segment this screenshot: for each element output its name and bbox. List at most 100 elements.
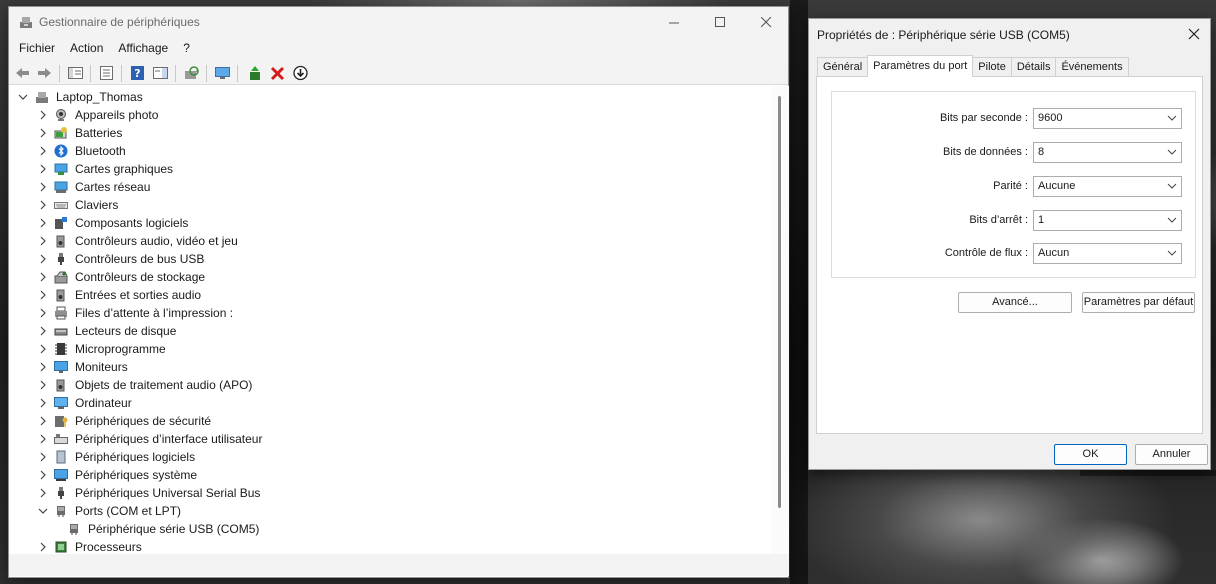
display-adapter-icon: [54, 163, 68, 175]
keyboard-icon: [54, 202, 68, 209]
tree-category-item[interactable]: Microprogramme: [37, 340, 166, 358]
update-driver-icon[interactable]: [247, 65, 264, 81]
tree-category-item[interactable]: Objets de traitement audio (APO): [37, 376, 252, 394]
properties-dialog: Propriétés de : Périphérique série USB (…: [808, 18, 1211, 470]
chevron-right-icon[interactable]: [37, 487, 49, 499]
chevron-right-icon[interactable]: [37, 145, 49, 157]
tree-category-item[interactable]: Entrées et sorties audio: [37, 286, 201, 304]
chevron-right-icon[interactable]: [37, 253, 49, 265]
scan-hardware-icon[interactable]: [183, 65, 200, 81]
menu-help[interactable]: ?: [178, 37, 195, 61]
tree-category-item[interactable]: Files d’attente à l’impression :: [37, 304, 233, 322]
chevron-right-icon[interactable]: [37, 415, 49, 427]
menu-file[interactable]: Fichier: [14, 37, 60, 61]
menu-view[interactable]: Affichage: [113, 37, 173, 61]
tree-category-item[interactable]: Bluetooth: [37, 142, 126, 160]
chevron-right-icon[interactable]: [37, 235, 49, 247]
tree-category-item[interactable]: Périphériques logiciels: [37, 448, 195, 466]
tree-category-item[interactable]: Composants logiciels: [37, 214, 188, 232]
ok-button[interactable]: OK: [1054, 444, 1127, 465]
advanced-button[interactable]: Avancé...: [958, 292, 1072, 313]
stop-bits-label: Bits d’arrêt :: [969, 214, 1028, 226]
tree-category-item[interactable]: Contrôleurs de bus USB: [37, 250, 204, 268]
restore-defaults-button[interactable]: Paramètres par défaut: [1082, 292, 1195, 313]
chevron-right-icon[interactable]: [37, 289, 49, 301]
baud-rate-label: Bits par seconde :: [939, 112, 1028, 124]
tree-category-item[interactable]: Processeurs: [37, 538, 142, 554]
tree-root[interactable]: Laptop_Thomas: [17, 88, 143, 106]
flow-control-select[interactable]: Aucun: [1033, 243, 1182, 264]
chevron-right-icon[interactable]: [37, 199, 49, 211]
chevron-right-icon[interactable]: [37, 379, 49, 391]
data-bits-select[interactable]: 8: [1033, 142, 1182, 163]
tree-category-item[interactable]: Cartes réseau: [37, 178, 150, 196]
cancel-button[interactable]: Annuler: [1135, 444, 1208, 465]
tab-driver[interactable]: Pilote: [972, 57, 1012, 77]
tree-category-item[interactable]: Cartes graphiques: [37, 160, 173, 178]
chevron-down-icon[interactable]: [37, 505, 49, 517]
tab-general[interactable]: Général: [817, 57, 869, 77]
scrollbar-thumb[interactable]: [778, 96, 781, 508]
tree-category-item[interactable]: Contrôleurs de stockage: [37, 268, 205, 286]
chevron-right-icon[interactable]: [37, 451, 49, 463]
tree-item-label: Périphériques logiciels: [75, 450, 196, 464]
vertical-scrollbar[interactable]: [771, 86, 789, 554]
tree-category-item[interactable]: Lecteurs de disque: [37, 322, 176, 340]
back-arrow-icon[interactable]: [14, 65, 31, 81]
menu-action[interactable]: Action: [65, 37, 108, 61]
minimize-button[interactable]: [651, 7, 697, 37]
dialog-close-button[interactable]: [1184, 24, 1204, 44]
tree-category-item[interactable]: Ordinateur: [37, 394, 132, 412]
chevron-right-icon[interactable]: [37, 217, 49, 229]
processor-icon: [55, 541, 67, 553]
toolbar: ?: [9, 61, 788, 85]
help-icon[interactable]: ?: [129, 65, 146, 81]
chevron-right-icon[interactable]: [37, 325, 49, 337]
tree-category-item[interactable]: Claviers: [37, 196, 118, 214]
properties-sheet-icon[interactable]: [98, 65, 115, 81]
chevron-right-icon[interactable]: [37, 433, 49, 445]
uninstall-device-icon[interactable]: [269, 65, 286, 81]
tab-details[interactable]: Détails: [1010, 57, 1057, 77]
show-hide-console-tree-icon[interactable]: [67, 65, 84, 81]
tree-item-label: Bluetooth: [75, 144, 126, 158]
tree-category-item[interactable]: Moniteurs: [37, 358, 128, 376]
chevron-right-icon[interactable]: [37, 307, 49, 319]
tab-port-settings[interactable]: Paramètres du port: [867, 55, 974, 77]
tab-events[interactable]: Événements: [1055, 57, 1129, 77]
tree-category-item[interactable]: Appareils photo: [37, 106, 158, 124]
tree-category-item[interactable]: Périphériques Universal Serial Bus: [37, 484, 260, 502]
chevron-down-icon[interactable]: [17, 91, 29, 103]
monitor-scan-icon[interactable]: [214, 65, 231, 81]
device-tree[interactable]: Laptop_Thomas Appareils photo Batteries Bl…: [9, 86, 771, 554]
tree-device-item[interactable]: Périphérique série USB (COM5): [67, 520, 259, 538]
forward-arrow-icon[interactable]: [36, 65, 53, 81]
parity-select[interactable]: Aucune: [1033, 176, 1182, 197]
tree-category-item[interactable]: Périphériques d’interface utilisateur: [37, 430, 262, 448]
title-bar[interactable]: Gestionnaire de périphériques: [9, 7, 788, 37]
chevron-right-icon[interactable]: [37, 541, 49, 553]
chevron-right-icon[interactable]: [37, 343, 49, 355]
action-pane-icon[interactable]: [152, 65, 169, 81]
maximize-button[interactable]: [697, 7, 743, 37]
tree-category-item[interactable]: Contrôleurs audio, vidéo et jeu: [37, 232, 238, 250]
chevron-right-icon[interactable]: [37, 469, 49, 481]
chevron-right-icon[interactable]: [37, 397, 49, 409]
stop-bits-select[interactable]: 1: [1033, 210, 1182, 231]
chevron-right-icon[interactable]: [37, 127, 49, 139]
tree-category-item[interactable]: Périphériques de sécurité: [37, 412, 211, 430]
chevron-right-icon[interactable]: [37, 163, 49, 175]
chevron-right-icon[interactable]: [37, 361, 49, 373]
baud-rate-select[interactable]: 9600: [1033, 108, 1182, 129]
chevron-right-icon[interactable]: [37, 181, 49, 193]
port-icon: [70, 524, 78, 535]
chevron-right-icon[interactable]: [37, 271, 49, 283]
close-button[interactable]: [743, 7, 789, 37]
tree-category-item[interactable]: Périphériques système: [37, 466, 197, 484]
chevron-right-icon[interactable]: [37, 109, 49, 121]
tree-category-item[interactable]: Batteries: [37, 124, 122, 142]
tree-category-item[interactable]: Ports (COM et LPT): [37, 502, 181, 520]
monitor-icon: [54, 361, 68, 373]
tree-root-label: Laptop_Thomas: [56, 90, 143, 104]
disable-device-icon[interactable]: [292, 65, 309, 81]
